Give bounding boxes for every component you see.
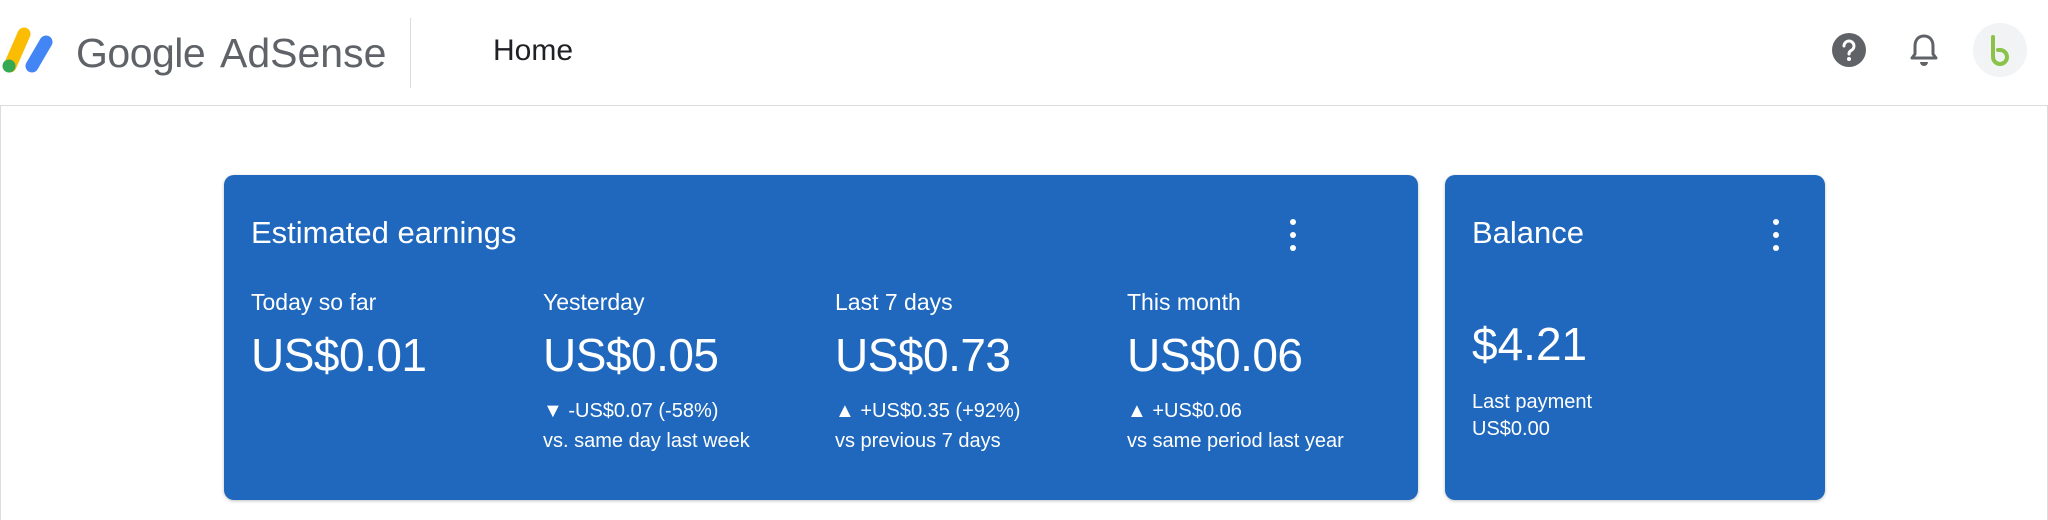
metric-value: US$0.06 (1127, 329, 1303, 381)
main-content: Estimated earnings Today so far US$0.01 … (0, 106, 2048, 520)
metric-comparison: vs same period last year (1127, 430, 1344, 452)
metric-change: ▲ +US$0.06 (1127, 400, 1242, 422)
metric-yesterday[interactable]: Yesterday US$0.05 ▼ -US$0.07 (-58%) vs. … (543, 289, 750, 453)
account-avatar[interactable] (1973, 23, 2027, 77)
balance-more-options-button[interactable] (1766, 217, 1786, 253)
notifications-bell-icon (1910, 34, 1938, 66)
metric-value: US$0.73 (835, 329, 1011, 381)
last-payment-label: Last payment (1472, 391, 1593, 413)
balance-card-title: Balance (1472, 215, 1585, 250)
adsense-logo-icon (2, 27, 53, 73)
metric-this-month[interactable]: This month US$0.06 ▲ +US$0.06 vs same pe… (1127, 289, 1344, 453)
metric-comparison: vs. same day last week (543, 430, 750, 452)
help-button[interactable] (1827, 28, 1871, 72)
help-icon (1832, 33, 1866, 67)
balance-amount: $4.21 (1472, 318, 1588, 370)
balance-card: Balance $4.21 Last payment US$0.00 (1445, 175, 1825, 500)
metric-change: ▲ +US$0.35 (+92%) (835, 400, 1021, 422)
metric-label: Last 7 days (835, 289, 953, 315)
metric-comparison: vs previous 7 days (835, 430, 1001, 452)
metric-today[interactable]: Today so far US$0.01 (251, 289, 427, 382)
metric-label: Yesterday (543, 289, 645, 315)
metric-change: ▼ -US$0.07 (-58%) (543, 400, 719, 422)
notifications-button[interactable] (1902, 28, 1946, 72)
more-vert-icon (1290, 219, 1296, 225)
metric-last-7-days[interactable]: Last 7 days US$0.73 ▲ +US$0.35 (+92%) vs… (835, 289, 1020, 453)
last-payment-value: US$0.00 (1472, 418, 1550, 440)
earnings-more-options-button[interactable] (1283, 217, 1303, 253)
metric-value: US$0.05 (543, 329, 719, 381)
account-avatar-icon (1991, 35, 2009, 66)
more-vert-icon (1773, 219, 1779, 225)
metric-value: US$0.01 (251, 329, 427, 381)
brand-adsense-text: AdSense (220, 30, 387, 76)
top-app-bar: Google AdSense Home (0, 0, 2048, 106)
page-title: Home (493, 34, 574, 67)
header-divider (410, 18, 411, 88)
earnings-card-title: Estimated earnings (251, 215, 517, 250)
metric-label: This month (1127, 289, 1241, 315)
metric-label: Today so far (251, 289, 377, 315)
estimated-earnings-card: Estimated earnings Today so far US$0.01 … (224, 175, 1418, 500)
brand-google-text: Google (76, 30, 206, 76)
